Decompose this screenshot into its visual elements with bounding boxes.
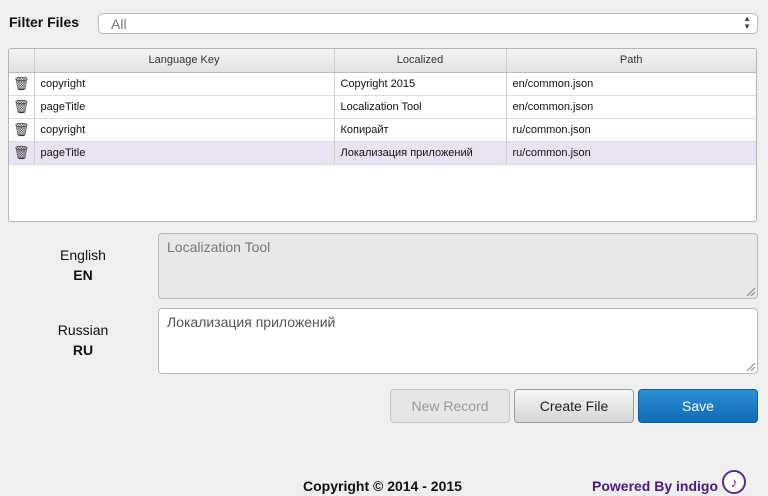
new-record-button[interactable]: New Record bbox=[390, 389, 510, 423]
row-localized: Localization Tool bbox=[334, 95, 507, 119]
english-field-value: Localization Tool bbox=[167, 239, 271, 255]
trash-icon[interactable]: 🗑 bbox=[9, 72, 35, 96]
column-header-language-key[interactable]: Language Key bbox=[34, 49, 335, 73]
row-path: en/common.json bbox=[506, 95, 756, 119]
row-path: en/common.json bbox=[506, 72, 756, 96]
row-localized: Локализация приложений bbox=[334, 141, 507, 165]
resize-grip-icon[interactable] bbox=[747, 363, 755, 371]
russian-text-field[interactable]: Локализация приложений bbox=[158, 308, 758, 374]
russian-field-value: Локализация приложений bbox=[167, 314, 336, 330]
footer-copyright: Copyright © 2014 - 2015 bbox=[303, 478, 462, 494]
trash-icon[interactable]: 🗑 bbox=[9, 141, 35, 165]
column-header-path[interactable]: Path bbox=[506, 49, 756, 73]
row-path: ru/common.json bbox=[506, 118, 756, 142]
select-arrows-icon: ▲ ▼ bbox=[743, 14, 751, 31]
language-code: RU bbox=[72, 342, 94, 358]
language-name: Russian bbox=[57, 322, 109, 338]
filter-files-select[interactable]: All ▲ ▼ bbox=[98, 13, 758, 34]
filter-selected-value: All bbox=[111, 16, 127, 32]
indigo-logo-icon[interactable]: ♪ bbox=[722, 470, 746, 494]
row-key: copyright bbox=[34, 118, 335, 142]
records-table: Language Key Localized Path 🗑 copyright … bbox=[8, 48, 757, 222]
save-button[interactable]: Save bbox=[638, 389, 758, 423]
trash-icon[interactable]: 🗑 bbox=[9, 118, 35, 142]
filter-files-label: Filter Files bbox=[9, 14, 80, 30]
row-key: copyright bbox=[34, 72, 335, 96]
row-localized: Копирайт bbox=[334, 118, 507, 142]
language-name: English bbox=[60, 247, 106, 263]
english-text-field[interactable]: Localization Tool bbox=[158, 233, 758, 299]
create-file-button[interactable]: Create File bbox=[514, 389, 634, 423]
table-row-selected[interactable]: 🗑 pageTitle Локализация приложений ru/co… bbox=[9, 141, 756, 165]
row-key: pageTitle bbox=[34, 95, 335, 119]
language-code: EN bbox=[73, 267, 93, 283]
resize-grip-icon[interactable] bbox=[747, 288, 755, 296]
trash-icon[interactable]: 🗑 bbox=[9, 95, 35, 119]
table-row[interactable]: 🗑 pageTitle Localization Tool en/common.… bbox=[9, 95, 756, 119]
table-row[interactable]: 🗑 copyright Copyright 2015 en/common.jso… bbox=[9, 72, 756, 96]
row-localized: Copyright 2015 bbox=[334, 72, 507, 96]
row-path: ru/common.json bbox=[506, 141, 756, 165]
localization-tool-app: Filter Files All ▲ ▼ Language Key Localiz… bbox=[0, 0, 768, 496]
column-header-localized[interactable]: Localized bbox=[334, 49, 507, 73]
column-header-actions bbox=[9, 49, 35, 73]
language-label-english: English EN bbox=[8, 247, 158, 283]
row-key: pageTitle bbox=[34, 141, 335, 165]
language-label-russian: Russian RU bbox=[8, 322, 158, 358]
table-header-row: Language Key Localized Path bbox=[9, 49, 756, 73]
table-row[interactable]: 🗑 copyright Копирайт ru/common.json bbox=[9, 118, 756, 142]
footer-powered-by[interactable]: Powered By indigo bbox=[592, 478, 718, 494]
